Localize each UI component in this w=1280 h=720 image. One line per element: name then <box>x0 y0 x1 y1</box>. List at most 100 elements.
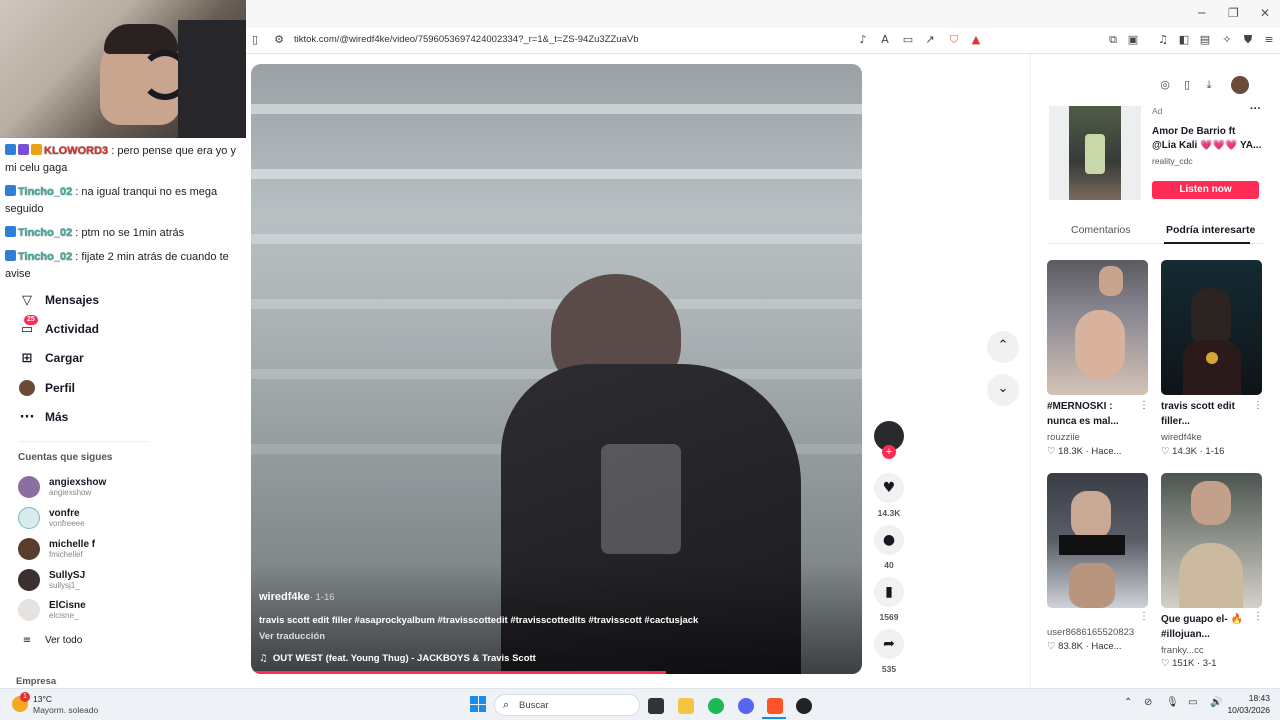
url-text[interactable]: tiktok.com/@wiredf4ke/video/759605369742… <box>294 34 638 45</box>
next-video-button[interactable]: ⌄ <box>987 374 1019 406</box>
previous-video-button[interactable]: ⌃ <box>987 331 1019 363</box>
chevron-down-icon: ⌄ <box>997 381 1009 396</box>
weather-icon[interactable]: 1 <box>12 692 30 712</box>
listen-now-button[interactable]: Listen now <box>1152 181 1259 199</box>
bookmark-icon[interactable]: ▯ <box>248 33 262 47</box>
account-handle: angiexshow <box>49 487 92 497</box>
file-explorer-icon[interactable] <box>678 698 694 714</box>
media-icon[interactable]: ♫ <box>1156 33 1170 47</box>
comment-icon: ● <box>874 525 904 555</box>
battery-icon[interactable]: ▭ <box>1188 697 1197 708</box>
suggestion-title[interactable]: #MERNOSKI : nunca es mal... <box>1047 399 1137 429</box>
suggestion-title[interactable]: Que guapo el- 🔥 #illojuan... <box>1161 612 1251 642</box>
minimize-icon[interactable]: ─ <box>1198 6 1205 20</box>
avatar <box>18 507 40 529</box>
cast-icon[interactable]: ▭ <box>901 33 915 47</box>
save-button[interactable]: ▮ 1569 <box>873 577 905 622</box>
obs-icon[interactable] <box>796 698 812 714</box>
brave-browser-icon[interactable] <box>767 698 783 714</box>
author-avatar-button[interactable]: + <box>873 421 905 459</box>
vpn-icon[interactable]: ⛊ <box>1241 33 1255 47</box>
discord-icon[interactable] <box>738 698 754 714</box>
suggestion-thumbnail[interactable] <box>1161 473 1262 608</box>
browser-titlebar: ─ ❐ ✕ <box>246 0 1280 28</box>
sidebar-item-actividad[interactable]: ▭ 25 Actividad <box>18 314 99 340</box>
suggestion-author[interactable]: rouzziie <box>1047 432 1080 443</box>
more-options-icon[interactable]: ⋮ <box>1139 611 1149 622</box>
followed-account[interactable]: ElCisne elcisne_ <box>18 597 86 623</box>
followed-account[interactable]: SullySJ sullysj1_ <box>18 567 85 593</box>
ad-title[interactable]: Amor De Barrio ft @Lia Kali 💗💗💗 YA... <box>1152 125 1262 153</box>
restore-icon[interactable]: ❐ <box>1228 6 1239 20</box>
suggestion-thumbnail[interactable] <box>1161 260 1262 395</box>
brave-rewards-icon[interactable]: ▲ <box>969 33 983 47</box>
ad-thumbnail[interactable] <box>1049 106 1141 200</box>
suggestion-author[interactable]: user8686165520823 <box>1047 627 1134 638</box>
translate-icon[interactable]: A <box>878 33 892 47</box>
network-icon[interactable]: ⊘ <box>1144 697 1152 708</box>
extensions-icon[interactable]: ⧉ <box>1106 33 1120 47</box>
sidebar-item-cargar[interactable]: ⊞ Cargar <box>18 347 84 369</box>
site-settings-icon[interactable]: ⚙ <box>272 33 286 47</box>
share-icon[interactable]: ↗ <box>923 33 937 47</box>
chat-badge-icon <box>5 226 16 237</box>
sidebar-item-perfil[interactable]: Perfil <box>18 377 75 399</box>
comment-button[interactable]: ● 40 <box>873 525 905 570</box>
suggestion-author[interactable]: wiredf4ke <box>1161 432 1202 443</box>
video-music[interactable]: ♫ OUT WEST (feat. Young Thug) - JACKBOYS… <box>259 653 536 664</box>
sidebar-toggle-icon[interactable]: ◧ <box>1177 33 1191 47</box>
video-player[interactable]: wiredf4ke· 1-16 travis scott edit filler… <box>251 64 862 674</box>
mobile-icon[interactable]: ▯ <box>1180 78 1194 92</box>
video-author[interactable]: wiredf4ke <box>259 591 310 603</box>
sidebar-item-mensajes[interactable]: ▽ Mensajes <box>18 289 99 311</box>
download-icon[interactable]: ⤓ <box>1202 78 1216 92</box>
profile-avatar[interactable] <box>1231 76 1249 94</box>
clock-date[interactable]: 10/03/2026 <box>1220 705 1270 715</box>
spotify-icon[interactable] <box>708 698 724 714</box>
sidebar-item-mas[interactable]: ··· Más <box>18 406 69 428</box>
video-progress-bar[interactable] <box>251 671 667 674</box>
suggestion-author[interactable]: franky...cc <box>1161 645 1204 656</box>
more-options-icon[interactable]: ⋮ <box>1253 611 1263 622</box>
taskbar: 1 13°C Mayorm. soleado ⌕ Buscar ⌃ ⊘ 🎙 ▭ … <box>0 688 1280 720</box>
leo-ai-icon[interactable]: ✧ <box>1220 33 1234 47</box>
share-arrow-icon: ➦ <box>874 629 904 659</box>
followed-account[interactable]: vonfre vonfreeee <box>18 505 85 531</box>
suggestion-thumbnail[interactable] <box>1047 260 1148 395</box>
share-button[interactable]: ➦ 535 <box>873 629 905 674</box>
chat-badge-icon <box>5 250 16 261</box>
start-button[interactable] <box>470 696 486 712</box>
search-box[interactable]: ⌕ Buscar <box>494 694 640 716</box>
close-icon[interactable]: ✕ <box>1260 6 1270 20</box>
task-view-icon[interactable] <box>648 698 664 714</box>
more-options-icon[interactable]: ⋮ <box>1253 400 1263 411</box>
chat-badge-icon <box>18 144 29 155</box>
screenshot-icon[interactable]: ▣ <box>1126 33 1140 47</box>
ad-label: Ad <box>1152 106 1163 116</box>
see-all-link[interactable]: ≡ Ver todo <box>18 629 82 651</box>
footer-link[interactable]: Empresa <box>16 676 56 687</box>
explore-icon[interactable]: ◎ <box>1158 78 1172 92</box>
more-options-icon[interactable]: ⋮ <box>1139 400 1149 411</box>
more-options-icon[interactable]: ··· <box>1250 103 1261 115</box>
ad-account[interactable]: reality_cdc <box>1152 156 1193 166</box>
followed-account[interactable]: michelle f fmichellef <box>18 536 95 562</box>
see-translation-link[interactable]: Ver traducción <box>259 631 325 642</box>
microphone-icon[interactable]: 🎙 <box>1166 697 1179 708</box>
clock-time[interactable]: 18:43 <box>1230 693 1270 703</box>
tab-comments[interactable]: Comentarios <box>1071 224 1131 236</box>
mute-tab-icon[interactable]: ♪ <box>856 33 870 47</box>
avatar-icon <box>18 380 36 396</box>
tab-suggested[interactable]: Podría interesarte <box>1166 224 1255 236</box>
suggestion-title[interactable]: travis scott edit filler... <box>1161 399 1251 429</box>
tray-expand-icon[interactable]: ⌃ <box>1124 697 1132 708</box>
account-handle: sullysj1_ <box>49 580 80 590</box>
wallet-icon[interactable]: ▤ <box>1198 33 1212 47</box>
followed-account[interactable]: angiexshow angiexshow <box>18 474 106 500</box>
suggestion-thumbnail[interactable] <box>1047 473 1148 608</box>
like-button[interactable]: ♥ 14.3K <box>873 473 905 518</box>
menu-icon[interactable]: ≡ <box>1262 33 1276 47</box>
sidebar-item-label: Más <box>45 410 69 424</box>
brave-shield-icon[interactable]: ⛉ <box>947 33 961 47</box>
follow-plus-icon[interactable]: + <box>882 445 896 459</box>
